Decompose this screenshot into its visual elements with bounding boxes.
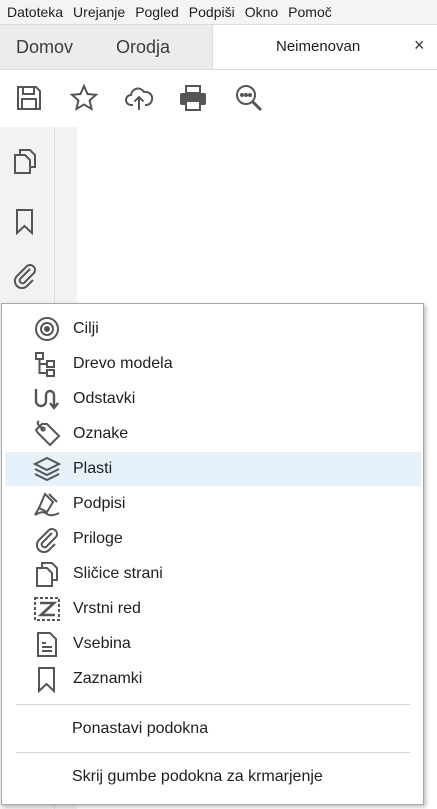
menu-pomoc[interactable]: Pomoč (288, 4, 332, 20)
navigation-pane-menu: Cilji Drevo modela Odstavki Oznake Plast… (1, 303, 424, 805)
model-tree-icon (33, 350, 61, 378)
menu-item-label: Podpisi (73, 495, 126, 512)
menu-item-priloge[interactable]: Priloge (5, 522, 421, 556)
menu-bar: Datoteka Urejanje Pogled Podpiši Okno Po… (0, 0, 437, 24)
zoom-search-icon[interactable] (234, 83, 264, 113)
menu-item-vrstni-red[interactable]: Vrstni red (5, 592, 421, 626)
menu-okno[interactable]: Okno (245, 4, 278, 20)
order-icon (33, 595, 61, 623)
bookmark-icon (33, 665, 61, 693)
layers-icon (33, 455, 61, 483)
menu-podpisi[interactable]: Podpiši (189, 4, 235, 20)
menu-item-label: Drevo modela (73, 355, 173, 372)
menu-item-label: Priloge (73, 530, 123, 547)
menu-item-vsebina[interactable]: Vsebina (5, 627, 421, 661)
menu-item-label: Vsebina (73, 635, 131, 652)
menu-item-drevo-modela[interactable]: Drevo modela (5, 347, 421, 381)
menu-item-slicice-strani[interactable]: Sličice strani (5, 557, 421, 591)
hide-nav-buttons-item[interactable]: Skrij gumbe podokna za krmarjenje (72, 768, 323, 786)
reset-panes-item[interactable]: Ponastavi podokna (72, 720, 208, 738)
menu-urejanje[interactable]: Urejanje (73, 4, 125, 20)
bookmark-icon[interactable] (11, 207, 39, 235)
target-icon (33, 315, 61, 343)
page-thumbnails-icon (33, 560, 61, 588)
document-title: Neimenovan (276, 38, 361, 55)
menu-item-cilji[interactable]: Cilji (5, 312, 421, 346)
page-thumbnails-icon[interactable] (11, 147, 39, 175)
signature-pen-icon (33, 490, 61, 518)
menu-item-zaznamki[interactable]: Zaznamki (5, 662, 421, 696)
print-icon[interactable] (178, 83, 208, 113)
menu-item-label: Zaznamki (73, 670, 143, 687)
menu-item-label: Oznake (73, 425, 129, 442)
menu-item-label: Plasti (73, 460, 113, 477)
menu-separator (16, 704, 410, 705)
tab-home[interactable]: Domov (16, 37, 73, 58)
cloud-upload-icon[interactable] (124, 83, 154, 113)
menu-item-label: Sličice strani (73, 565, 163, 582)
menu-item-label: Odstavki (73, 390, 136, 407)
menu-pogled[interactable]: Pogled (135, 4, 179, 20)
menu-item-label: Cilji (73, 320, 99, 337)
tab-document[interactable]: Neimenovan × (212, 25, 437, 70)
tab-tools[interactable]: Orodja (116, 37, 170, 58)
menu-datoteka[interactable]: Datoteka (7, 4, 63, 20)
tag-icon (33, 420, 61, 448)
tab-bar: Domov Orodja Neimenovan × (0, 24, 437, 70)
star-icon[interactable] (69, 83, 99, 113)
paragraphs-icon (33, 385, 61, 413)
menu-item-label: Vrstni red (73, 600, 141, 617)
content-icon (33, 630, 61, 658)
menu-item-odstavki[interactable]: Odstavki (5, 382, 421, 416)
attachment-icon[interactable] (11, 261, 39, 289)
save-icon[interactable] (14, 83, 44, 113)
close-tab-button[interactable]: × (414, 35, 425, 56)
menu-item-podpisi[interactable]: Podpisi (5, 487, 421, 521)
menu-item-oznake[interactable]: Oznake (5, 417, 421, 451)
menu-separator (16, 752, 410, 753)
menu-item-plasti[interactable]: Plasti (5, 452, 421, 486)
attachment-icon (33, 525, 61, 553)
toolbar (0, 69, 437, 128)
